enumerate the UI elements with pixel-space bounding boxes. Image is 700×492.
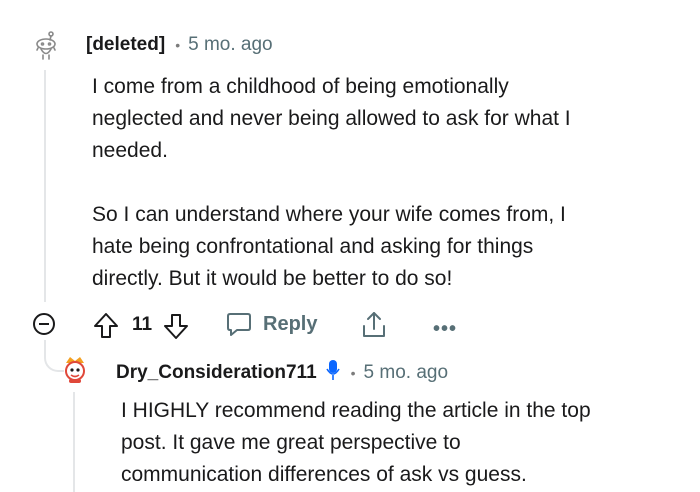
reply-author[interactable]: Dry_Consideration711 [116, 362, 317, 384]
reply-label: Reply [263, 312, 318, 335]
arrow-up-icon [94, 313, 118, 338]
vote-score: 11 [132, 314, 153, 335]
share-button[interactable] [360, 310, 388, 345]
reply-thread-line [73, 392, 75, 492]
microphone-icon [325, 359, 341, 386]
reply-time[interactable]: 5 mo. ago [364, 362, 449, 384]
comment-line: I come from a childhood of being emotion… [92, 75, 509, 98]
thread-line [44, 70, 46, 302]
reply-line: I HIGHLY recommend reading the article i… [121, 399, 591, 422]
share-icon [363, 312, 385, 337]
comment-author[interactable]: [deleted] [86, 34, 165, 56]
comment-time[interactable]: 5 mo. ago [188, 34, 273, 56]
meta-separator: • [350, 364, 356, 381]
reply-body: I HIGHLY recommend reading the article i… [121, 395, 696, 491]
speech-bubble-icon [227, 313, 251, 336]
comment-meta: [deleted] • 5 mo. ago [86, 34, 273, 56]
comment-paragraph: So I can understand where your wife come… [92, 199, 682, 295]
comment-body: I come from a childhood of being emotion… [92, 71, 682, 295]
minus-icon [39, 323, 49, 325]
deleted-user-avatar-icon[interactable] [33, 31, 59, 61]
comment-line: needed. [92, 139, 168, 162]
more-options-button[interactable]: ••• [433, 318, 457, 341]
arrow-down-icon [164, 314, 188, 339]
user-avatar-icon[interactable] [60, 354, 90, 384]
comment-line: hate being confrontational and asking fo… [92, 235, 534, 258]
collapse-thread-button[interactable] [33, 313, 55, 335]
comment-line: neglected and never being allowed to ask… [92, 107, 571, 130]
upvote-button[interactable] [93, 312, 119, 345]
reply-button[interactable]: Reply [225, 310, 317, 338]
comment-action-bar: 11 Reply ••• [0, 308, 700, 344]
comment-line: directly. But it would be better to do s… [92, 267, 453, 290]
meta-separator: • [175, 37, 181, 53]
comment-paragraph: I come from a childhood of being emotion… [92, 71, 682, 167]
reply-line: post. It gave me great perspective to [121, 431, 461, 454]
downvote-button[interactable] [163, 312, 189, 345]
reply-meta: Dry_Consideration711 • 5 mo. ago [116, 359, 448, 386]
comment-line: So I can understand where your wife come… [92, 203, 566, 226]
reply-line: communication differences of ask vs gues… [121, 463, 527, 486]
